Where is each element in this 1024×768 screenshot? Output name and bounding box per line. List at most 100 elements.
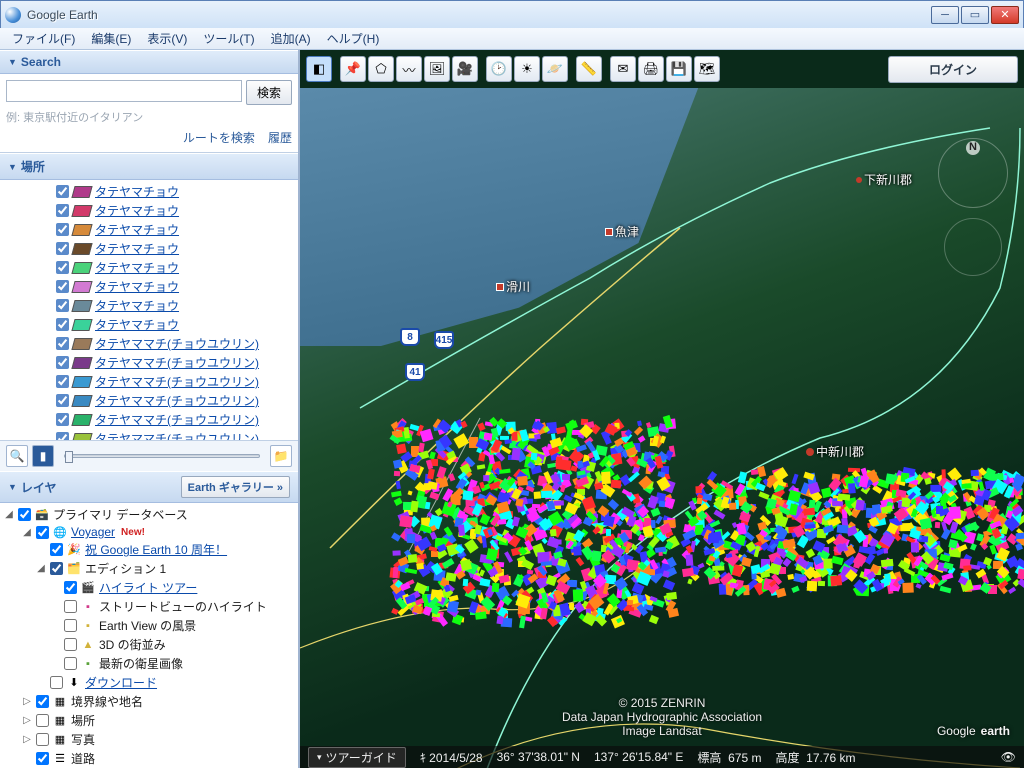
layers-header[interactable]: レイヤ Earth ギャラリー » bbox=[0, 471, 298, 503]
search-places-icon[interactable]: 🔍 bbox=[6, 445, 28, 467]
history-link[interactable]: 履歴 bbox=[268, 131, 292, 145]
polygon-button[interactable]: ⬠ bbox=[368, 56, 394, 82]
folder-icon[interactable]: 📁 bbox=[270, 445, 292, 467]
places-item-link[interactable]: タテヤママチ(チョウユウリン) bbox=[95, 392, 259, 409]
places-item-link[interactable]: タテヤマチョウ bbox=[95, 297, 179, 314]
history-button[interactable]: 🕑 bbox=[486, 56, 512, 82]
places-item-link[interactable]: タテヤマチョウ bbox=[95, 183, 179, 200]
places-item[interactable]: タテヤマチョウ bbox=[0, 277, 298, 296]
places-item[interactable]: タテヤマチョウ bbox=[0, 296, 298, 315]
places-item-link[interactable]: タテヤママチ(チョウユウリン) bbox=[95, 354, 259, 371]
layer-anniv-check[interactable] bbox=[50, 543, 63, 556]
sidebar-toggle-button[interactable]: ◧ bbox=[306, 56, 332, 82]
places-item-link[interactable]: タテヤマチョウ bbox=[95, 202, 179, 219]
layer-places-check[interactable] bbox=[36, 714, 49, 727]
places-item-link[interactable]: タテヤママチ(チョウユウリン) bbox=[95, 430, 259, 440]
layer-borders-check[interactable] bbox=[36, 695, 49, 708]
map-area[interactable]: ◧ 📌 ⬠ 〰 🖼 🎥 🕑 ☀ 🪐 📏 ✉ 🖨 💾 🗺 ログイン bbox=[300, 50, 1024, 768]
close-button[interactable]: ✕ bbox=[991, 6, 1019, 24]
menu-add[interactable]: 追加(A) bbox=[265, 28, 317, 49]
menu-file[interactable]: ファイル(F) bbox=[6, 28, 81, 49]
opacity-slider[interactable] bbox=[64, 454, 260, 458]
places-item[interactable]: タテヤママチ(チョウユウリン) bbox=[0, 429, 298, 440]
places-item[interactable]: タテヤママチ(チョウユウリン) bbox=[0, 353, 298, 372]
layer-edition-check[interactable] bbox=[50, 562, 63, 575]
layer-photos-check[interactable] bbox=[36, 733, 49, 746]
places-item-check[interactable] bbox=[56, 299, 69, 312]
places-item-check[interactable] bbox=[56, 280, 69, 293]
places-item-link[interactable]: タテヤママチ(チョウユウリン) bbox=[95, 411, 259, 428]
layer-download[interactable]: ダウンロード bbox=[85, 674, 157, 691]
route-search-link[interactable]: ルートを検索 bbox=[183, 131, 255, 145]
places-item-link[interactable]: タテヤマチョウ bbox=[95, 278, 179, 295]
menu-view[interactable]: 表示(V) bbox=[141, 28, 193, 49]
compass-control[interactable]: N bbox=[938, 138, 1008, 208]
places-item-check[interactable] bbox=[56, 261, 69, 274]
layer-dl-check[interactable] bbox=[50, 676, 63, 689]
layer-roads-check[interactable] bbox=[36, 752, 49, 765]
print-button[interactable]: 🖨 bbox=[638, 56, 664, 82]
places-item[interactable]: タテヤママチ(チョウユウリン) bbox=[0, 334, 298, 353]
map-canvas[interactable]: 8 415 41 魚津 滑川 下新川郡 中新川郡 N © 2015 ZENRIN… bbox=[300, 88, 1024, 768]
places-item-check[interactable] bbox=[56, 432, 69, 440]
view-in-maps-button[interactable]: 🗺 bbox=[694, 56, 720, 82]
layer-highlight-check[interactable] bbox=[64, 581, 77, 594]
places-tree[interactable]: タテヤマチョウタテヤマチョウタテヤマチョウタテヤマチョウタテヤマチョウタテヤマチ… bbox=[0, 180, 298, 440]
layer-sat-check[interactable] bbox=[64, 657, 77, 670]
places-item-check[interactable] bbox=[56, 204, 69, 217]
places-item-link[interactable]: タテヤマチョウ bbox=[95, 221, 179, 238]
planet-button[interactable]: 🪐 bbox=[542, 56, 568, 82]
places-item-check[interactable] bbox=[56, 394, 69, 407]
layer-voyager[interactable]: Voyager bbox=[71, 525, 115, 539]
places-item-check[interactable] bbox=[56, 242, 69, 255]
menu-tools[interactable]: ツール(T) bbox=[197, 28, 260, 49]
places-item[interactable]: タテヤマチョウ bbox=[0, 201, 298, 220]
places-item-link[interactable]: タテヤママチ(チョウユウリン) bbox=[95, 335, 259, 352]
search-header[interactable]: Search bbox=[0, 50, 298, 74]
tour-guide-button[interactable]: ツアーガイド bbox=[308, 747, 406, 768]
login-button[interactable]: ログイン bbox=[888, 56, 1018, 83]
record-tour-button[interactable]: 🎥 bbox=[452, 56, 478, 82]
places-item[interactable]: タテヤママチ(チョウユウリン) bbox=[0, 391, 298, 410]
places-view-toggle[interactable]: ▮ bbox=[32, 445, 54, 467]
earth-gallery-button[interactable]: Earth ギャラリー » bbox=[181, 476, 290, 498]
email-button[interactable]: ✉ bbox=[610, 56, 636, 82]
layer-primary-check[interactable] bbox=[18, 508, 31, 521]
places-item-check[interactable] bbox=[56, 356, 69, 369]
sunlight-button[interactable]: ☀ bbox=[514, 56, 540, 82]
pan-control[interactable] bbox=[944, 218, 1002, 276]
places-item[interactable]: タテヤママチ(チョウユウリン) bbox=[0, 372, 298, 391]
save-image-button[interactable]: 💾 bbox=[666, 56, 692, 82]
ruler-button[interactable]: 📏 bbox=[576, 56, 602, 82]
places-item-link[interactable]: タテヤママチ(チョウユウリン) bbox=[95, 373, 259, 390]
menu-edit[interactable]: 編集(E) bbox=[85, 28, 137, 49]
places-item[interactable]: タテヤマチョウ bbox=[0, 258, 298, 277]
layer-voyager-check[interactable] bbox=[36, 526, 49, 539]
search-button[interactable]: 検索 bbox=[246, 80, 292, 105]
places-item-check[interactable] bbox=[56, 223, 69, 236]
layer-highlight-tour[interactable]: ハイライト ツアー bbox=[99, 579, 197, 596]
overlay-button[interactable]: 🖼 bbox=[424, 56, 450, 82]
minimize-button[interactable]: ─ bbox=[931, 6, 959, 24]
path-button[interactable]: 〰 bbox=[396, 56, 422, 82]
menu-help[interactable]: ヘルプ(H) bbox=[321, 28, 386, 49]
places-item[interactable]: タテヤママチ(チョウユウリン) bbox=[0, 410, 298, 429]
places-item-check[interactable] bbox=[56, 185, 69, 198]
layers-tree[interactable]: ◢🗃️プライマリ データベース ◢🌐VoyagerNew! 🎉祝 Google … bbox=[0, 503, 298, 768]
layer-3dcity-check[interactable] bbox=[64, 638, 77, 651]
places-item-check[interactable] bbox=[56, 337, 69, 350]
maximize-button[interactable]: ▭ bbox=[961, 6, 989, 24]
places-item[interactable]: タテヤマチョウ bbox=[0, 182, 298, 201]
layer-ev-check[interactable] bbox=[64, 619, 77, 632]
places-header[interactable]: 場所 bbox=[0, 153, 298, 180]
layer-sv-check[interactable] bbox=[64, 600, 77, 613]
places-item-check[interactable] bbox=[56, 413, 69, 426]
places-item-link[interactable]: タテヤマチョウ bbox=[95, 316, 179, 333]
places-item-check[interactable] bbox=[56, 375, 69, 388]
places-item[interactable]: タテヤマチョウ bbox=[0, 239, 298, 258]
places-item[interactable]: タテヤマチョウ bbox=[0, 220, 298, 239]
places-item-link[interactable]: タテヤマチョウ bbox=[95, 240, 179, 257]
places-item-link[interactable]: タテヤマチョウ bbox=[95, 259, 179, 276]
places-item[interactable]: タテヤマチョウ bbox=[0, 315, 298, 334]
search-input[interactable] bbox=[6, 80, 242, 102]
